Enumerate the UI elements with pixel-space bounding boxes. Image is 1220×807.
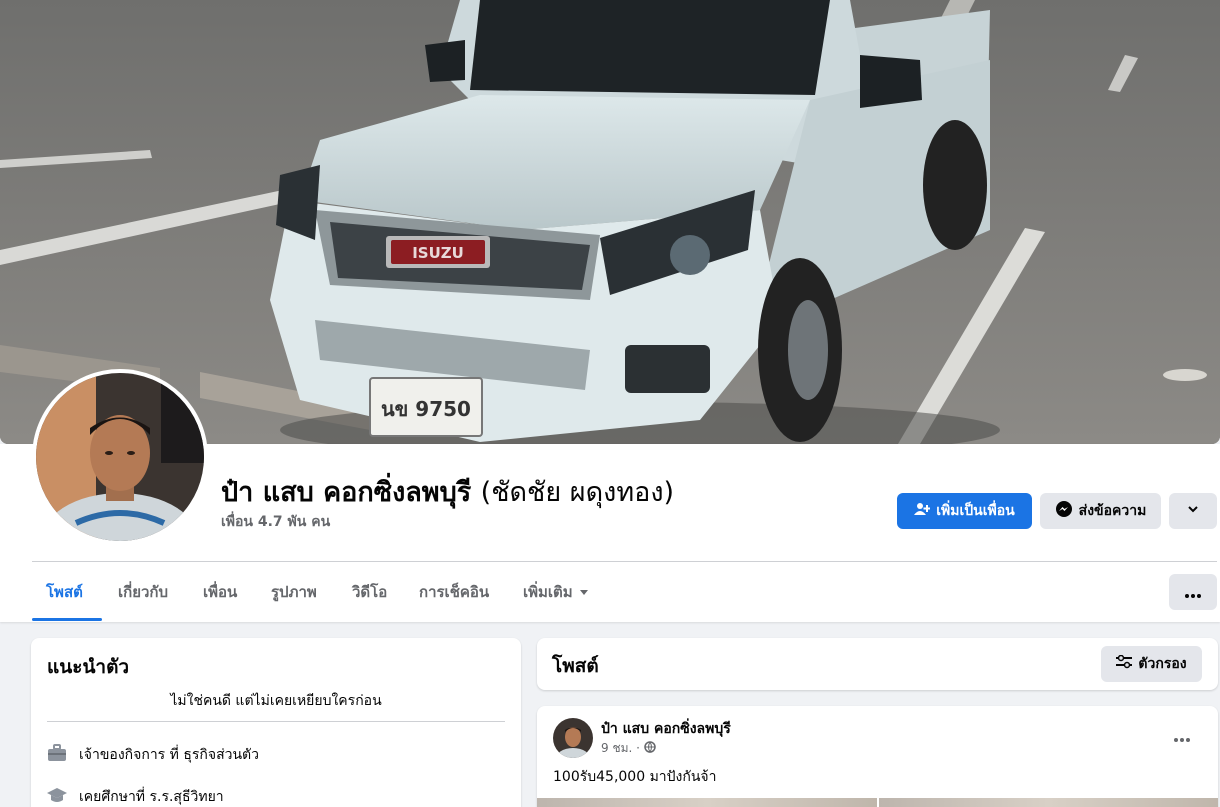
active-tab-indicator bbox=[32, 618, 102, 621]
intro-education-text: เคยศึกษาที่ ร.ร.สุธีวิทยา bbox=[79, 789, 224, 805]
intro-work-text: เจ้าของกิจการ ที่ ธุรกิจส่วนตัว bbox=[79, 747, 260, 763]
post-card: ป๋า แสบ คอกซิ่งลพบุรี 9 ชม. · 100รับ45,0… bbox=[537, 706, 1218, 807]
post-image-left bbox=[537, 798, 877, 807]
tab-friends-label: เพื่อน bbox=[203, 583, 238, 601]
add-person-icon bbox=[914, 501, 931, 521]
post-author-avatar[interactable] bbox=[553, 718, 593, 758]
add-friend-label: เพิ่มเป็นเพื่อน bbox=[936, 503, 1015, 519]
cover-photo-illustration: ISUZU นข 9750 bbox=[0, 0, 1220, 444]
post-text: 100รับ45,000 มาปังกันจ้า bbox=[553, 769, 717, 785]
tab-about-label: เกี่ยวกับ bbox=[118, 583, 169, 601]
cover-photo[interactable]: ISUZU นข 9750 bbox=[0, 0, 1220, 444]
caret-down-icon bbox=[579, 583, 589, 601]
post-image-right bbox=[878, 798, 1218, 807]
cover-badge-text: ISUZU bbox=[412, 244, 464, 262]
tab-photos[interactable]: รูปภาพ bbox=[271, 563, 317, 621]
profile-name: ป๋า แสบ คอกซิ่งลพบุรี (ชัดชัย ผดุงทอง) bbox=[221, 470, 674, 513]
globe-icon bbox=[644, 741, 656, 756]
add-friend-button[interactable]: เพิ่มเป็นเพื่อน bbox=[897, 493, 1032, 529]
intro-item-education: เคยศึกษาที่ ร.ร.สุธีวิทยา bbox=[47, 786, 224, 807]
tab-photos-label: รูปภาพ bbox=[271, 583, 317, 601]
tab-checkins[interactable]: การเช็คอิน bbox=[419, 563, 489, 621]
more-dots-icon bbox=[1185, 583, 1201, 602]
posts-header-card: โพสต์ ตัวกรอง bbox=[537, 638, 1218, 690]
intro-title: แนะนำตัว bbox=[47, 656, 130, 678]
tab-about[interactable]: เกี่ยวกับ bbox=[118, 563, 168, 621]
tab-more[interactable]: เพิ่มเติม bbox=[523, 563, 589, 621]
tab-friends[interactable]: เพื่อน bbox=[203, 563, 237, 621]
posts-title: โพสต์ bbox=[552, 655, 599, 677]
message-label: ส่งข้อความ bbox=[1078, 503, 1147, 519]
post-meta: 9 ชม. · bbox=[601, 739, 656, 758]
profile-alt-name: (ชัดชัย ผดุงทอง) bbox=[480, 477, 675, 508]
tab-checkins-label: การเช็คอิน bbox=[419, 583, 490, 601]
briefcase-icon bbox=[47, 744, 67, 766]
intro-card: แนะนำตัว ไม่ใช่คนดี แต่ไม่เคยเหยียบใครก่… bbox=[31, 638, 521, 807]
profile-avatar[interactable] bbox=[32, 369, 208, 545]
filter-button[interactable]: ตัวกรอง bbox=[1101, 646, 1202, 682]
post-author-name[interactable]: ป๋า แสบ คอกซิ่งลพบุรี bbox=[601, 718, 731, 740]
tab-videos-label: วิดีโอ bbox=[352, 583, 388, 601]
header-divider bbox=[32, 561, 1217, 562]
filter-label: ตัวกรอง bbox=[1138, 656, 1187, 672]
tab-posts-label: โพสต์ bbox=[46, 583, 83, 601]
messenger-icon bbox=[1055, 500, 1073, 522]
graduation-cap-icon bbox=[47, 786, 67, 807]
post-options-button[interactable] bbox=[1167, 724, 1197, 748]
cover-plate-text: นข 9750 bbox=[381, 397, 471, 421]
sliders-icon bbox=[1116, 654, 1133, 673]
tab-videos[interactable]: วิดีโอ bbox=[352, 563, 387, 621]
intro-item-work: เจ้าของกิจการ ที่ ธุรกิจส่วนตัว bbox=[47, 744, 259, 766]
profile-options-button[interactable] bbox=[1169, 493, 1217, 529]
tab-posts[interactable]: โพสต์ bbox=[46, 563, 83, 621]
post-time[interactable]: 9 ชม. · bbox=[601, 739, 640, 758]
post-image[interactable] bbox=[537, 798, 1218, 807]
friend-count[interactable]: เพื่อน 4.7 พัน คน bbox=[221, 511, 330, 533]
more-dots-icon bbox=[1174, 727, 1190, 746]
intro-divider bbox=[47, 721, 505, 722]
intro-bio: ไม่ใช่คนดี แต่ไม่เคยเหยียบใครก่อน bbox=[170, 693, 382, 709]
chevron-down-icon bbox=[1186, 502, 1200, 520]
tab-more-label: เพิ่มเติม bbox=[523, 583, 573, 601]
profile-name-primary: ป๋า แสบ คอกซิ่งลพบุรี bbox=[221, 477, 472, 508]
profile-avatar-photo bbox=[36, 373, 204, 541]
message-button[interactable]: ส่งข้อความ bbox=[1040, 493, 1161, 529]
tabs-more-options-button[interactable] bbox=[1169, 574, 1217, 610]
